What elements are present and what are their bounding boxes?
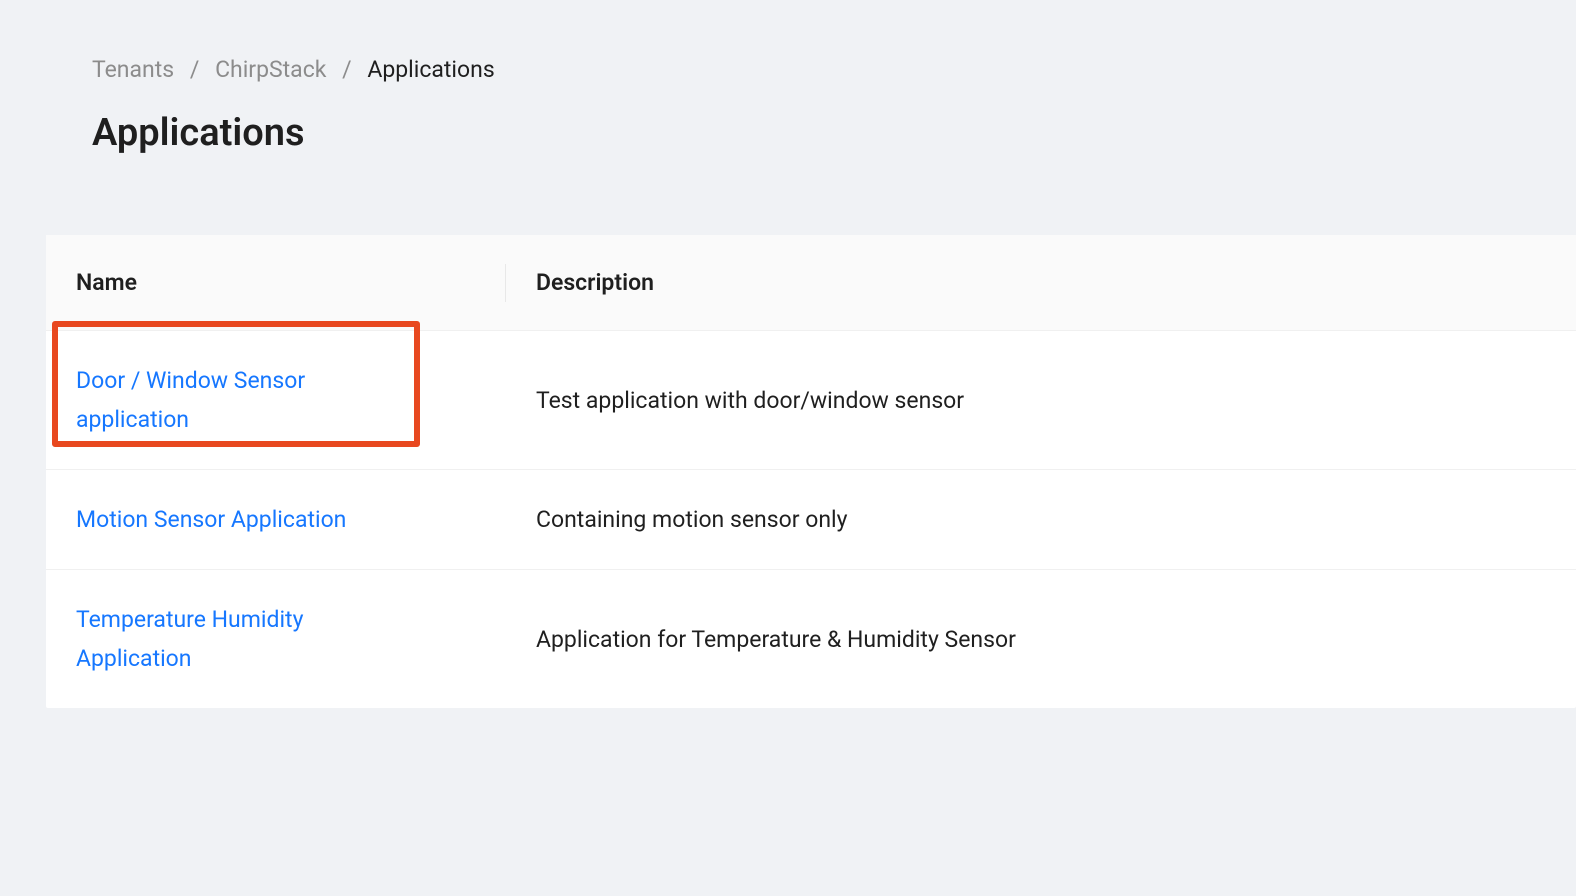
applications-table-container: Name Description Door / Window Sensor ap… xyxy=(46,235,1576,708)
cell-name: Door / Window Sensor application xyxy=(46,331,506,470)
breadcrumb-item-chirpstack[interactable]: ChirpStack xyxy=(215,56,326,83)
column-header-description[interactable]: Description xyxy=(506,235,1576,331)
breadcrumb-item-applications: Applications xyxy=(367,56,494,83)
table-row: Door / Window Sensor application Test ap… xyxy=(46,331,1576,470)
applications-table: Name Description Door / Window Sensor ap… xyxy=(46,235,1576,708)
cell-description: Test application with door/window sensor xyxy=(506,331,1576,470)
cell-description: Containing motion sensor only xyxy=(506,470,1576,570)
application-link-motion-sensor[interactable]: Motion Sensor Application xyxy=(76,500,346,539)
table-row: Temperature Humidity Application Applica… xyxy=(46,570,1576,709)
cell-name: Temperature Humidity Application xyxy=(46,570,506,709)
table-row: Motion Sensor Application Containing mot… xyxy=(46,470,1576,570)
breadcrumb: Tenants / ChirpStack / Applications xyxy=(0,56,1576,83)
cell-name: Motion Sensor Application xyxy=(46,470,506,570)
breadcrumb-separator: / xyxy=(190,56,200,83)
breadcrumb-item-tenants[interactable]: Tenants xyxy=(92,56,174,83)
cell-description: Application for Temperature & Humidity S… xyxy=(506,570,1576,709)
page-title: Applications xyxy=(0,111,1576,155)
application-link-door-window[interactable]: Door / Window Sensor application xyxy=(76,361,396,439)
breadcrumb-separator: / xyxy=(342,56,352,83)
application-link-temperature-humidity[interactable]: Temperature Humidity Application xyxy=(76,600,396,678)
table-header-row: Name Description xyxy=(46,235,1576,331)
column-header-name[interactable]: Name xyxy=(46,235,506,331)
